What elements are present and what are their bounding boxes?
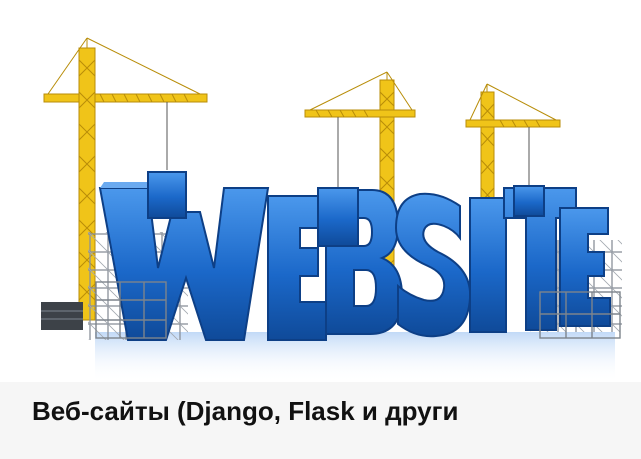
hanging-block-2 bbox=[317, 187, 359, 247]
hanging-block-1 bbox=[147, 171, 187, 219]
letter-e-2 bbox=[559, 207, 611, 327]
hanging-block-3 bbox=[513, 185, 545, 217]
caption-bar: Веб-сайты (Django, Flask и други bbox=[0, 382, 641, 459]
letter-s bbox=[394, 192, 472, 338]
article-card[interactable]: Веб-сайты (Django, Flask и други bbox=[0, 0, 641, 459]
letter-i bbox=[469, 197, 507, 333]
hero-image bbox=[0, 0, 641, 382]
article-title[interactable]: Веб-сайты (Django, Flask и други bbox=[32, 394, 458, 428]
